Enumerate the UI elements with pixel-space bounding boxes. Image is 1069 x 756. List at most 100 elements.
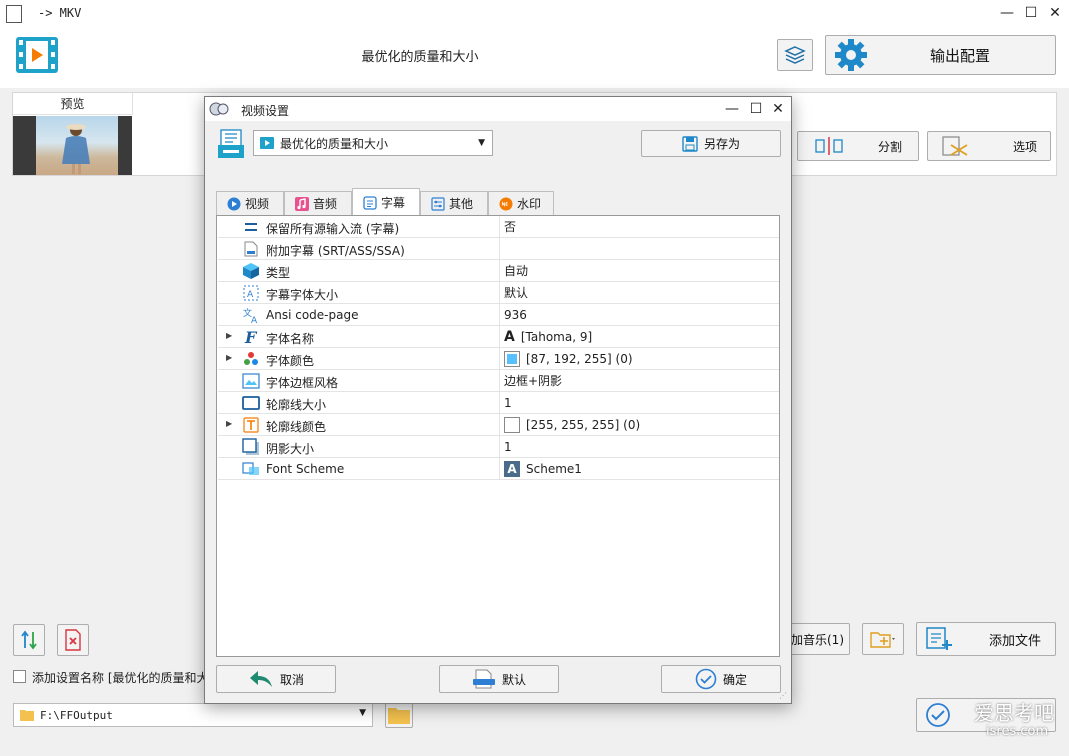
property-name: 阴影大小 <box>266 442 315 456</box>
property-value[interactable]: 1 <box>499 436 779 457</box>
sort-arrows-icon <box>21 630 37 650</box>
property-row[interactable]: 类型 自动 <box>218 260 779 282</box>
browse-folder-button[interactable] <box>385 702 413 728</box>
tab-subtitle[interactable]: 字幕 <box>352 188 420 216</box>
scheme-a-icon: A <box>504 460 520 477</box>
svg-text:F: F <box>244 328 258 346</box>
property-row[interactable]: 保留所有源输入流 (字幕) 否 <box>218 216 779 238</box>
add-setting-name-checkbox[interactable] <box>13 670 26 683</box>
property-value-text: 936 <box>504 307 527 322</box>
property-name: 保留所有源输入流 (字幕) <box>266 222 400 236</box>
property-value[interactable]: 1 <box>499 392 779 413</box>
property-value-text: [87, 192, 255] (0) <box>526 351 633 366</box>
property-value[interactable] <box>499 238 779 259</box>
add-folder-button[interactable] <box>862 623 904 655</box>
dialog-title: 视频设置 <box>241 104 290 118</box>
property-grid[interactable]: 保留所有源输入流 (字幕) 否 附加字幕 (SRT/ASS/SSA) 类型 自动… <box>216 215 780 657</box>
property-row[interactable]: 字体边框风格 边框+阴影 <box>218 370 779 392</box>
tab-other[interactable]: 其他 <box>420 191 488 215</box>
property-name: 轮廓线颜色 <box>266 420 327 434</box>
tab-video[interactable]: 视频 <box>216 191 284 215</box>
property-row[interactable]: A 字幕字体大小 默认 <box>218 282 779 304</box>
delete-file-icon <box>65 629 81 651</box>
dialog-minimize-icon[interactable]: — <box>721 99 743 119</box>
property-name: 字体颜色 <box>266 354 315 368</box>
add-file-label: 添加文件 <box>989 633 1042 649</box>
property-row[interactable]: ▶ F 字体名称 A [Tahoma, 9] <box>218 326 779 348</box>
dialog-maximize-icon[interactable]: ☐ <box>745 99 767 119</box>
property-value-text: 自动 <box>504 264 529 278</box>
remove-button[interactable] <box>57 624 89 656</box>
split-icon <box>815 137 843 155</box>
property-value[interactable]: 默认 <box>499 282 779 303</box>
sort-button[interactable] <box>13 624 45 656</box>
property-value[interactable]: 936 <box>499 304 779 325</box>
color-dots-icon <box>244 352 258 365</box>
folder-icon <box>20 710 34 721</box>
gear-icon <box>835 39 867 71</box>
resize-grip-icon[interactable]: ⋰ <box>779 691 789 701</box>
property-value[interactable]: [255, 255, 255] (0) <box>499 414 779 435</box>
layers-button[interactable] <box>777 39 813 71</box>
property-value[interactable]: 自动 <box>499 260 779 281</box>
dialog-close-icon[interactable]: ✕ <box>767 99 789 119</box>
property-name: 附加字幕 (SRT/ASS/SSA) <box>266 244 405 258</box>
preset-stack-icon <box>218 129 244 158</box>
expand-arrow-icon[interactable]: ▶ <box>226 331 232 340</box>
tab-watermark[interactable]: 水印 <box>488 191 554 215</box>
tab-video-label: 视频 <box>245 197 270 211</box>
add-setting-name-label: 添加设置名称 [最优化的质量和大小] <box>32 671 204 685</box>
save-disk-icon <box>682 135 698 152</box>
property-row[interactable]: 阴影大小 1 <box>218 436 779 458</box>
check-circle-icon <box>695 668 717 690</box>
window-title: -> MKV <box>38 6 82 20</box>
default-button[interactable]: 默认 <box>439 665 559 693</box>
add-file-button[interactable]: 添加文件 <box>916 622 1056 656</box>
ok-button[interactable]: 确定 <box>661 665 781 693</box>
split-button[interactable]: 分割 <box>797 131 919 161</box>
property-row[interactable]: ▶ 字体颜色 [87, 192, 255] (0) <box>218 348 779 370</box>
property-value-text: 边框+阴影 <box>504 374 563 388</box>
output-folder-select[interactable]: F:\FFOutput ▼ <box>13 703 373 727</box>
translate-icon: 文A <box>243 307 258 324</box>
minimize-icon[interactable]: — <box>995 3 1019 23</box>
maximize-icon[interactable]: ☐ <box>1019 3 1043 23</box>
watermark-text: 爱思考吧 <box>974 701 1054 725</box>
dialog-titlebar <box>205 97 791 121</box>
color-swatch <box>504 350 520 367</box>
font-f-icon: F <box>244 328 258 346</box>
add-folder-icon <box>870 632 895 648</box>
property-row[interactable]: 附加字幕 (SRT/ASS/SSA) <box>218 238 779 260</box>
property-name: 字体边框风格 <box>266 376 339 390</box>
property-row[interactable]: ▶ 轮廓线颜色 [255, 255, 255] (0) <box>218 414 779 436</box>
property-row[interactable]: 文A Ansi code-page 936 <box>218 304 779 326</box>
output-config-button[interactable]: 输出配置 <box>825 35 1056 75</box>
property-value[interactable]: 边框+阴影 <box>499 370 779 391</box>
tab-audio[interactable]: 音频 <box>284 191 352 215</box>
property-value[interactable]: A [Tahoma, 9] <box>499 326 779 347</box>
property-row[interactable]: 轮廓线大小 1 <box>218 392 779 414</box>
preset-select[interactable]: 最优化的质量和大小 ▼ <box>253 130 493 156</box>
property-value-text: [Tahoma, 9] <box>520 329 593 344</box>
property-value[interactable]: A Scheme1 <box>499 458 779 479</box>
add-music-button[interactable]: 加音乐(1) <box>790 623 850 655</box>
tab-watermark-label: 水印 <box>517 197 542 211</box>
close-icon[interactable]: ✕ <box>1043 3 1067 23</box>
property-value[interactable]: [87, 192, 255] (0) <box>499 348 779 369</box>
cancel-button[interactable]: 取消 <box>216 665 336 693</box>
property-value-text: 默认 <box>504 286 529 300</box>
film-scissors-icon <box>942 136 968 156</box>
property-value[interactable]: 否 <box>499 216 779 237</box>
options-button[interactable]: 选项 <box>927 131 1051 161</box>
subtitle-icon <box>363 195 377 210</box>
save-as-button[interactable]: 另存为 <box>641 130 781 157</box>
video-mini-icon <box>260 137 274 149</box>
tab-other-label: 其他 <box>449 197 474 211</box>
layers-icon <box>784 46 806 64</box>
cancel-label: 取消 <box>279 672 304 687</box>
property-row[interactable]: Font Scheme A Scheme1 <box>218 458 779 480</box>
person-beach-image <box>62 124 90 174</box>
scheme-icon <box>242 462 259 475</box>
expand-arrow-icon[interactable]: ▶ <box>226 419 232 428</box>
expand-arrow-icon[interactable]: ▶ <box>226 353 232 362</box>
